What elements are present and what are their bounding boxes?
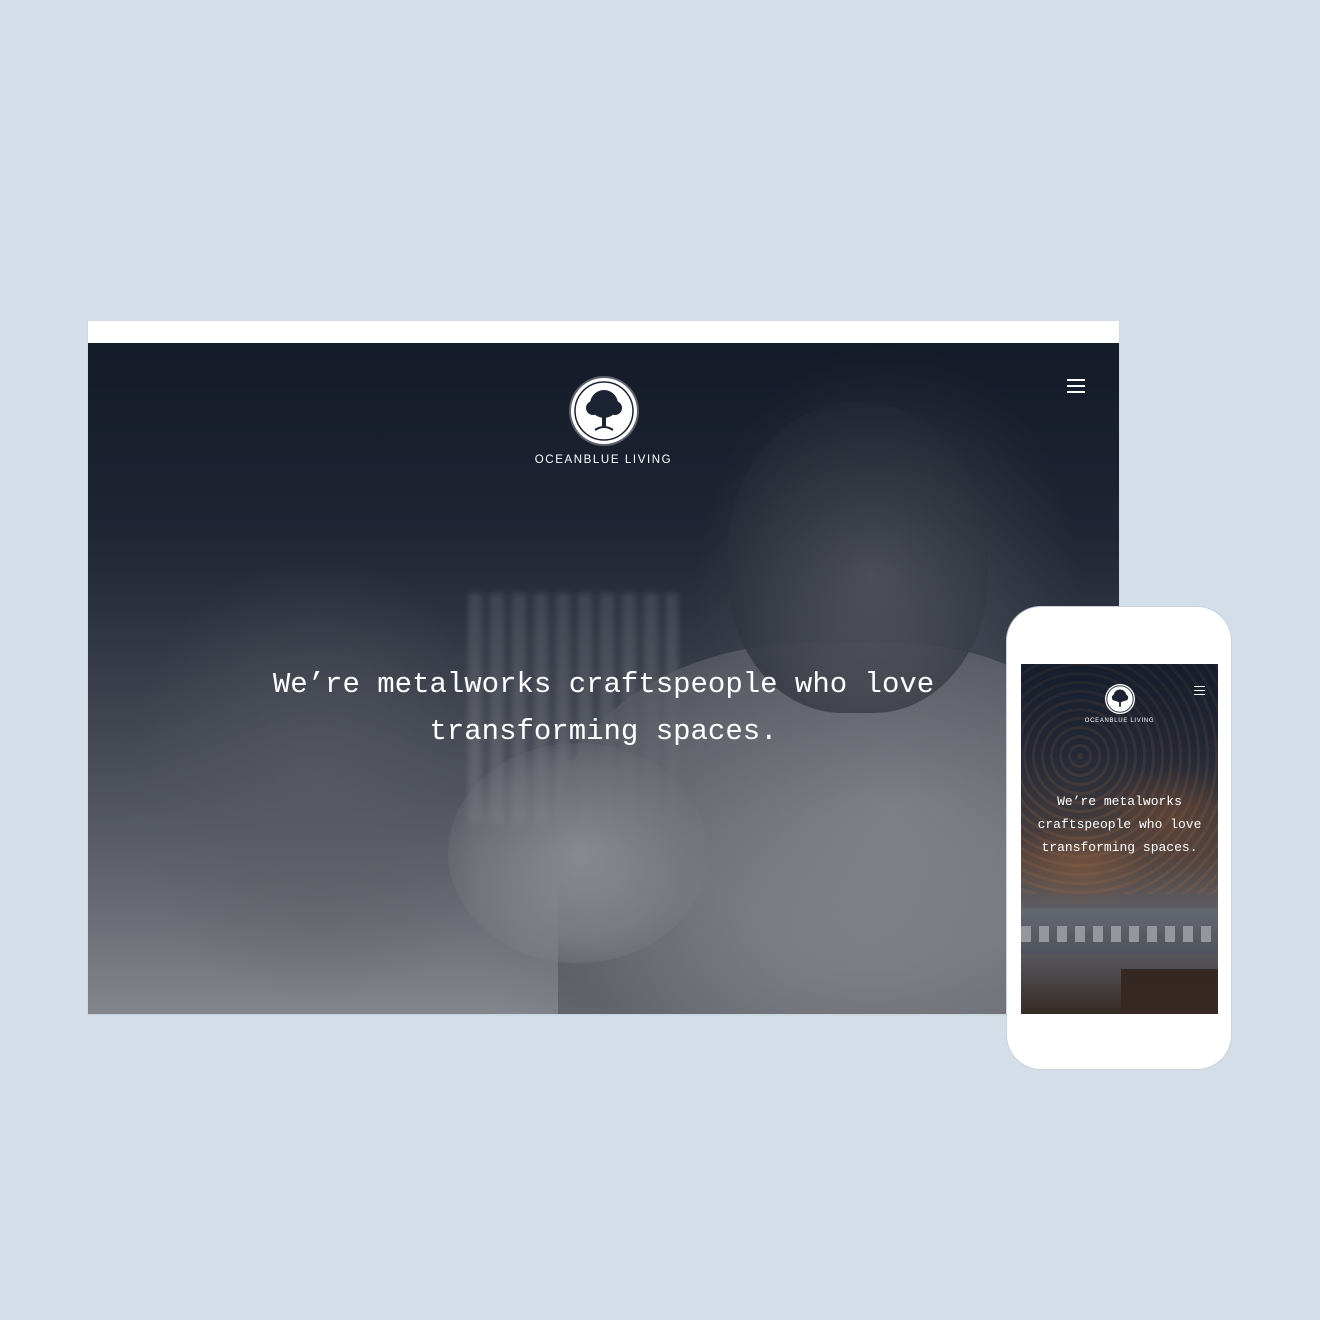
mobile-brand-name: OCEANBLUE LIVING <box>1084 718 1155 724</box>
hamburger-menu-icon[interactable] <box>1067 379 1085 393</box>
phone-mockup: OCEANBLUE LIVING We’re metalworks crafts… <box>1007 607 1231 1069</box>
tree-logo-icon <box>570 378 637 444</box>
mobile-hero-section: OCEANBLUE LIVING We’re metalworks crafts… <box>1021 664 1218 1014</box>
hero-section: OCEANBLUE LIVING We’re metalworks crafts… <box>88 343 1119 1014</box>
browser-top-bar <box>88 321 1119 343</box>
mobile-hero-headline: We’re metalworks craftspeople who love t… <box>1037 794 1202 855</box>
hero-headline: We’re metalworks craftspeople who love t… <box>272 668 935 748</box>
hamburger-menu-icon[interactable] <box>1194 686 1205 695</box>
site-logo[interactable]: OCEANBLUE LIVING <box>88 378 1119 466</box>
tree-logo-icon <box>1104 684 1135 714</box>
brand-name: OCEANBLUE LIVING <box>534 454 673 466</box>
desktop-mockup: OCEANBLUE LIVING We’re metalworks crafts… <box>88 321 1119 1014</box>
mobile-site-logo[interactable]: OCEANBLUE LIVING <box>1021 684 1218 724</box>
